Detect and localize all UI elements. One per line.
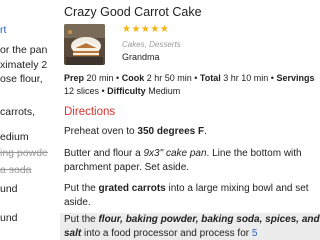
ingredient-line[interactable]: carrots,: [0, 106, 35, 118]
ingredients-list-partial: rt or the pan ximately 2 ose flour, carr…: [0, 0, 48, 240]
ingredient-line[interactable]: und: [0, 183, 18, 195]
step-text: into a food processor and process for: [81, 227, 252, 239]
ingredient-line-checked[interactable]: ing powder: [0, 147, 48, 159]
difficulty-label: Difficulty: [107, 86, 146, 96]
servings-value: 12 slices: [64, 86, 100, 96]
step-emphasis: grated carrots: [98, 183, 166, 194]
recipe-title: Crazy Good Carrot Cake: [64, 5, 202, 19]
ingredient-line[interactable]: und: [0, 212, 18, 224]
step-italic: 9x3" cake pan: [143, 148, 207, 159]
direction-step[interactable]: Put the grated carrots into a large mixi…: [64, 182, 320, 209]
step-text: Butter and flour a: [64, 148, 144, 159]
cook-value: 2 hr 50 min: [146, 73, 192, 83]
total-value: 3 hr 10 min: [223, 73, 269, 83]
prep-label: Prep: [64, 73, 85, 83]
ingredient-line-checked[interactable]: a soda: [0, 164, 32, 176]
prep-value: 20 min: [86, 73, 114, 83]
ingredient-line[interactable]: rt: [0, 24, 6, 36]
direction-step-active[interactable]: Put the flour, baking powder, baking sod…: [60, 213, 320, 240]
step-emphasis: 350 degrees F: [137, 126, 205, 137]
recipe-author: Grandma: [122, 52, 160, 62]
directions-heading: Directions: [64, 106, 116, 118]
carrot-cake-image: [64, 24, 105, 65]
difficulty-value: Medium: [148, 86, 181, 96]
step-text: Preheat oven to: [64, 126, 138, 137]
ingredient-line[interactable]: or the pan: [0, 44, 47, 56]
recipe-meta: Prep 20 min • Cook 2 hr 50 min • Total 3…: [64, 73, 315, 96]
recipe-categories: Cakes, Desserts: [122, 40, 181, 49]
direction-step[interactable]: Butter and flour a 9x3" cake pan. Line t…: [64, 147, 320, 174]
recipe-main: Crazy Good Carrot Cake ★★★★★ Cakes, Dess…: [60, 0, 320, 240]
rating-stars[interactable]: ★★★★★: [122, 24, 169, 35]
timer-link[interactable]: 5: [252, 228, 258, 239]
total-label: Total: [199, 73, 221, 83]
cook-label: Cook: [121, 73, 145, 83]
step-text: Put the: [64, 183, 99, 194]
ingredient-line[interactable]: edium: [0, 131, 29, 143]
direction-step[interactable]: Preheat oven to 350 degrees F.: [64, 125, 320, 139]
ingredient-line[interactable]: ximately 2: [0, 59, 47, 71]
servings-label: Servings: [276, 73, 315, 83]
step-text: .: [204, 126, 207, 137]
step-text: Put the: [64, 214, 99, 225]
recipe-photo[interactable]: [64, 24, 105, 65]
ingredient-line[interactable]: ose flour,: [0, 73, 43, 85]
